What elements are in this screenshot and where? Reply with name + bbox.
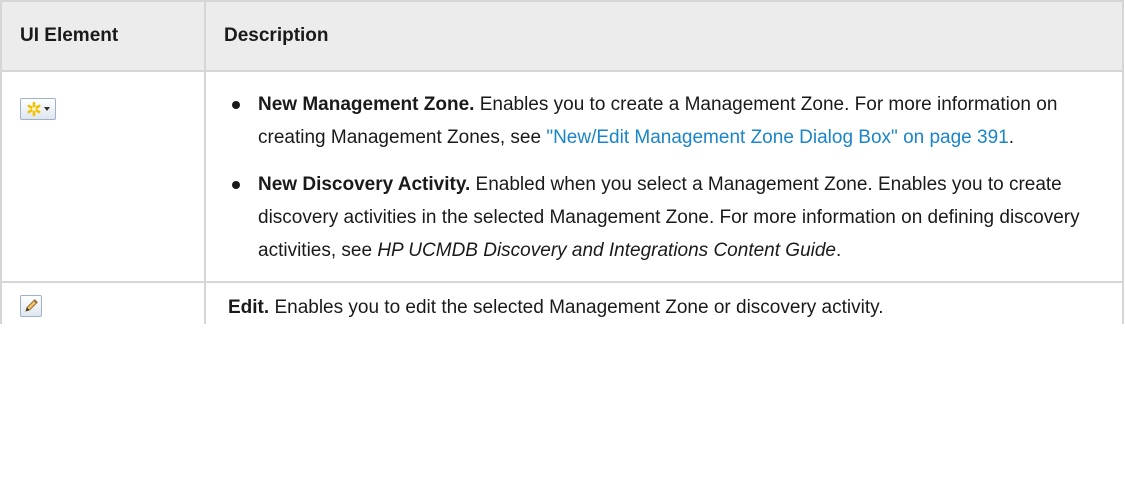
ui-element-cell xyxy=(0,70,206,283)
pencil-icon xyxy=(25,299,38,312)
column-header-description: Description xyxy=(204,0,1124,72)
header-row: UI Element Description xyxy=(0,0,1124,72)
guide-title: HP UCMDB Discovery and Integrations Cont… xyxy=(377,240,836,261)
list-item: New Management Zone. Enables you to crea… xyxy=(228,88,1110,154)
item-text-end: . xyxy=(836,240,842,261)
pencil-edit-icon xyxy=(20,295,42,317)
ui-elements-table: UI Element Description New Management Zo… xyxy=(0,0,1124,324)
bullet-list: New Management Zone. Enables you to crea… xyxy=(228,88,1110,267)
asterisk-star-icon xyxy=(27,101,41,117)
item-title: Edit. xyxy=(228,297,270,318)
item-title: New Management Zone. xyxy=(258,94,475,115)
table-row-edit: Edit. Enables you to edit the selected M… xyxy=(0,281,1124,324)
ui-element-cell xyxy=(0,281,206,324)
column-header-ui-element: UI Element xyxy=(0,0,206,72)
item-text: Enables you to edit the selected Managem… xyxy=(269,297,884,318)
description-cell: New Management Zone. Enables you to crea… xyxy=(204,70,1124,283)
description-cell: Edit. Enables you to edit the selected M… xyxy=(204,281,1124,324)
new-asterisk-dropdown-icon xyxy=(20,98,56,120)
list-item: New Discovery Activity. Enabled when you… xyxy=(228,168,1110,267)
cross-reference-link[interactable]: "New/Edit Management Zone Dialog Box" on… xyxy=(546,127,1008,148)
chevron-down-icon xyxy=(44,107,50,111)
table-row-new: New Management Zone. Enables you to crea… xyxy=(0,70,1124,283)
item-text-end: . xyxy=(1008,127,1015,148)
item-title: New Discovery Activity. xyxy=(258,174,471,195)
